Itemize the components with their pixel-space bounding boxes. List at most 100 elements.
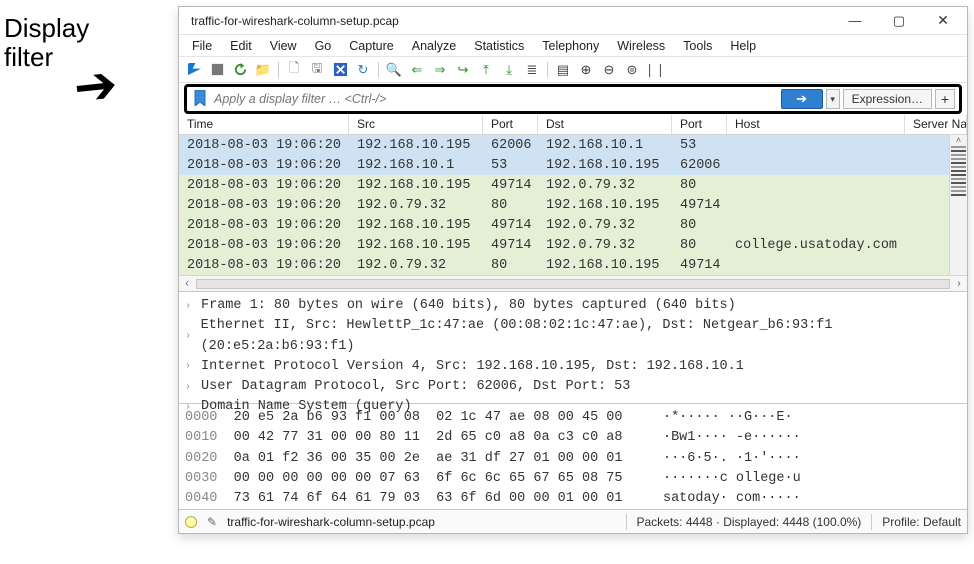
- window-title: traffic-for-wireshark-column-setup.pcap: [191, 14, 833, 28]
- expression-label: Expression…: [852, 92, 923, 106]
- go-to-packet-icon[interactable]: ↪: [454, 61, 472, 79]
- add-filter-button[interactable]: +: [935, 89, 955, 109]
- packet-details-pane[interactable]: › Frame 1: 80 bytes on wire (640 bits), 8…: [179, 291, 967, 403]
- maximize-button[interactable]: ▢: [877, 7, 921, 35]
- packet-row[interactable]: 2018-08-03 19:06:20192.168.10.153192.168…: [179, 155, 949, 175]
- menu-bar: File Edit View Go Capture Analyze Statis…: [179, 35, 967, 57]
- display-filter-bar: ➔ ▾ Expression… +: [184, 84, 962, 114]
- scroll-up-icon[interactable]: ˄: [950, 135, 967, 145]
- go-last-icon[interactable]: ⤓: [500, 61, 518, 79]
- packet-list-rows[interactable]: 2018-08-03 19:06:20192.168.10.1956200619…: [179, 135, 949, 275]
- find-packet-icon[interactable]: 🔍: [385, 61, 403, 79]
- chevron-right-icon[interactable]: ›: [185, 380, 195, 395]
- zoom-out-icon[interactable]: ⊖: [600, 61, 618, 79]
- status-sep: [871, 514, 872, 530]
- annotation-line-1: Display: [4, 14, 89, 43]
- zoom-in-icon[interactable]: ⊕: [577, 61, 595, 79]
- auto-scroll-icon[interactable]: ≣: [523, 61, 541, 79]
- arrow-right-icon: ➔: [796, 91, 807, 107]
- detail-text: User Datagram Protocol, Src Port: 62006,…: [201, 377, 630, 397]
- capture-options-icon[interactable]: 📁: [254, 61, 272, 79]
- menu-go[interactable]: Go: [306, 36, 341, 56]
- detail-text: Frame 1: 80 bytes on wire (640 bits), 80…: [201, 296, 736, 316]
- status-sep: [626, 514, 627, 530]
- close-icon: ✕: [937, 12, 949, 29]
- col-header-src-port[interactable]: Port: [483, 115, 538, 134]
- menu-tools[interactable]: Tools: [674, 36, 721, 56]
- col-header-src[interactable]: Src: [349, 115, 483, 134]
- status-profile[interactable]: Profile: Default: [882, 515, 961, 529]
- open-file-icon[interactable]: 🗋: [285, 61, 303, 79]
- col-header-dst-port[interactable]: Port: [672, 115, 727, 134]
- packet-list-hscroll[interactable]: ‹ ›: [179, 275, 967, 291]
- edit-capture-comment-icon[interactable]: ✎: [207, 515, 217, 529]
- menu-file[interactable]: File: [183, 36, 221, 56]
- menu-wireless[interactable]: Wireless: [608, 36, 674, 56]
- close-file-icon[interactable]: [331, 61, 349, 79]
- filter-history-dropdown[interactable]: ▾: [826, 89, 840, 109]
- scroll-right-icon[interactable]: ›: [951, 278, 967, 289]
- detail-row: › User Datagram Protocol, Src Port: 62006…: [185, 377, 961, 397]
- toolbar-sep: [278, 62, 279, 78]
- minimap-strip: [950, 145, 967, 275]
- menu-telephony[interactable]: Telephony: [533, 36, 608, 56]
- hscroll-thumb[interactable]: [196, 279, 950, 289]
- menu-statistics[interactable]: Statistics: [465, 36, 533, 56]
- packet-row[interactable]: 2018-08-03 19:06:20192.168.10.1954971419…: [179, 175, 949, 195]
- title-bar: traffic-for-wireshark-column-setup.pcap …: [179, 7, 967, 35]
- status-file-name: traffic-for-wireshark-column-setup.pcap: [227, 515, 615, 529]
- packet-row[interactable]: 2018-08-03 19:06:20192.168.10.1954971419…: [179, 235, 949, 255]
- menu-analyze[interactable]: Analyze: [403, 36, 465, 56]
- go-back-icon[interactable]: ⇐: [408, 61, 426, 79]
- plus-icon: +: [941, 91, 949, 107]
- resize-columns-icon[interactable]: ❘❘: [646, 61, 664, 79]
- reload-icon[interactable]: ↻: [354, 61, 372, 79]
- chevron-right-icon[interactable]: ›: [185, 299, 195, 314]
- packet-row[interactable]: 2018-08-03 19:06:20192.168.10.1954971419…: [179, 215, 949, 235]
- apply-filter-button[interactable]: ➔: [781, 89, 823, 109]
- packet-row[interactable]: 2018-08-03 19:06:20192.0.79.3280192.168.…: [179, 195, 949, 215]
- status-bar: ✎ traffic-for-wireshark-column-setup.pca…: [179, 509, 967, 533]
- packet-list-header: Time Src Port Dst Port Host Server Name: [179, 115, 967, 135]
- start-capture-icon[interactable]: [185, 61, 203, 79]
- scroll-left-icon[interactable]: ‹: [179, 278, 195, 289]
- colorize-icon[interactable]: ▤: [554, 61, 572, 79]
- application-window: traffic-for-wireshark-column-setup.pcap …: [178, 6, 968, 534]
- detail-row: ›Internet Protocol Version 4, Src: 192.1…: [185, 357, 961, 377]
- main-toolbar: 📁 🗋 🖫 ↻ 🔍 ⇐ ⇒ ↪ ⤒ ⤓ ≣ ▤ ⊕ ⊖ ⊜ ❘❘: [179, 57, 967, 83]
- packet-row[interactable]: 2018-08-03 19:06:20192.168.10.1956200619…: [179, 135, 949, 155]
- save-file-icon[interactable]: 🖫: [308, 61, 326, 79]
- col-header-server-name[interactable]: Server Name: [905, 115, 967, 134]
- go-forward-icon[interactable]: ⇒: [431, 61, 449, 79]
- chevron-right-icon[interactable]: ›: [185, 329, 195, 344]
- packet-row[interactable]: 2018-08-03 19:06:20192.0.79.3280192.168.…: [179, 255, 949, 275]
- col-header-host[interactable]: Host: [727, 115, 905, 134]
- minimize-button[interactable]: —: [833, 7, 877, 35]
- chevron-down-icon: ▾: [830, 94, 835, 105]
- annotation: Display filter ➔: [4, 6, 172, 103]
- chevron-right-icon[interactable]: ›: [185, 359, 195, 374]
- packet-list-pane: Time Src Port Dst Port Host Server Name …: [179, 115, 967, 291]
- col-header-time[interactable]: Time: [179, 115, 349, 134]
- bookmark-icon[interactable]: [191, 90, 209, 109]
- menu-capture[interactable]: Capture: [340, 36, 402, 56]
- expert-indicator-icon[interactable]: [185, 516, 197, 528]
- display-filter-input[interactable]: [212, 89, 778, 109]
- close-button[interactable]: ✕: [921, 7, 965, 35]
- restart-capture-icon[interactable]: [231, 61, 249, 79]
- detail-row: › Ethernet II, Src: HewlettP_1c:47:ae (00…: [185, 316, 961, 357]
- packet-bytes-pane[interactable]: 0000 20 e5 2a b6 93 f1 00 08 02 1c 47 ae…: [179, 403, 967, 509]
- annotation-arrow-icon: ➔: [3, 71, 119, 109]
- menu-help[interactable]: Help: [721, 36, 765, 56]
- detail-row: › Frame 1: 80 bytes on wire (640 bits), 8…: [185, 296, 961, 316]
- menu-edit[interactable]: Edit: [221, 36, 261, 56]
- expression-button[interactable]: Expression…: [843, 89, 932, 109]
- zoom-reset-icon[interactable]: ⊜: [623, 61, 641, 79]
- packet-minimap[interactable]: ˄: [949, 135, 967, 275]
- go-first-icon[interactable]: ⤒: [477, 61, 495, 79]
- col-header-dst[interactable]: Dst: [538, 115, 672, 134]
- menu-view[interactable]: View: [261, 36, 306, 56]
- stop-capture-icon[interactable]: [208, 61, 226, 79]
- detail-text: Ethernet II, Src: HewlettP_1c:47:ae (00:…: [201, 316, 961, 357]
- minimize-icon: —: [849, 13, 862, 28]
